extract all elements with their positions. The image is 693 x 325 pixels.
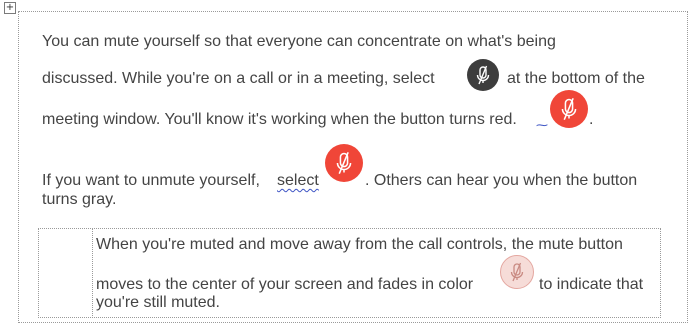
note-line3: you're still muted. xyxy=(96,294,220,311)
mic-off-icon xyxy=(476,65,490,85)
para2-line1-select: select xyxy=(277,172,319,189)
spellcheck-mark: ⁓ xyxy=(536,118,548,132)
mute-button-dark-icon xyxy=(467,59,499,91)
para2-line1-a: If you want to unmute yourself, xyxy=(42,172,260,189)
note-table-divider xyxy=(92,228,93,318)
mute-button-red-icon xyxy=(550,90,588,128)
para1-line3-b: . xyxy=(589,111,594,128)
mute-button-faded-icon xyxy=(500,255,534,289)
para1-line1: You can mute yourself so that everyone c… xyxy=(42,33,556,50)
mic-off-icon xyxy=(561,98,577,120)
para1-line2-b: at the bottom of the xyxy=(507,70,645,87)
note-line1: When you're muted and move away from the… xyxy=(96,236,623,253)
note-line2-b: to indicate that xyxy=(539,276,644,293)
note-line2-a: moves to the center of your screen and f… xyxy=(96,276,474,293)
para2-line1-b: . Others can hear you when the button xyxy=(365,172,638,189)
para1-line2-a: discussed. While you're on a call or in … xyxy=(42,70,435,87)
para1-line3-a: meeting window. You'll know it's working… xyxy=(42,111,517,128)
mic-off-icon xyxy=(510,262,524,282)
table-move-handle[interactable]: + xyxy=(4,2,16,14)
unmute-button-red-icon xyxy=(325,144,363,182)
para2-line2: turns gray. xyxy=(42,191,117,208)
mic-off-icon xyxy=(336,152,352,174)
